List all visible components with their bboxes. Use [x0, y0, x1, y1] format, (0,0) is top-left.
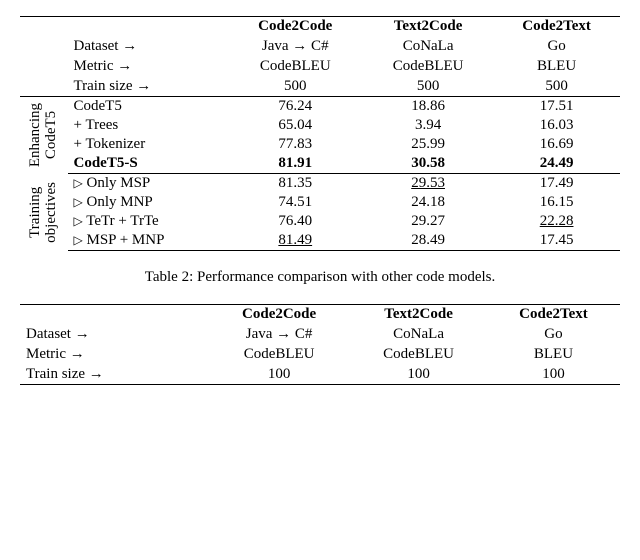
cell: 17.49 — [493, 174, 620, 194]
arrow-icon: → — [136, 77, 151, 94]
ds-c2c: Java → C# — [208, 324, 350, 344]
cell: 74.51 — [228, 193, 363, 212]
cell: 81.35 — [228, 174, 363, 194]
cell: 16.15 — [493, 193, 620, 212]
met-c2t: BLEU — [493, 56, 620, 76]
row-label: ▷ MSP + MNP — [68, 231, 228, 251]
hdr-trainsize: Train size — [26, 366, 85, 382]
arrow-icon: → — [89, 365, 104, 382]
ts-t2c: 100 — [350, 364, 487, 385]
col-head-t2c: Text2Code — [363, 17, 493, 37]
ts-c2t: 100 — [487, 364, 620, 385]
group-training-label: Trainingobjectives — [20, 174, 68, 251]
cell: 76.40 — [228, 212, 363, 231]
arrow-icon: → — [70, 345, 85, 362]
cell: 24.49 — [493, 154, 620, 174]
triangle-icon: ▷ — [74, 233, 83, 247]
row-label: + Tokenizer — [68, 135, 228, 154]
ts-t2c: 500 — [363, 76, 493, 97]
hdr-trainsize: Train size — [74, 78, 133, 94]
hdr-metric: Metric — [74, 58, 114, 74]
cell: 17.51 — [493, 97, 620, 117]
group-enhancing-label: EnhancingCodeT5 — [20, 97, 68, 174]
hdr-dataset: Dataset — [26, 326, 71, 342]
hdr-dataset: Dataset — [74, 38, 119, 54]
cell: 65.04 — [228, 116, 363, 135]
row-label: ▷ TeTr + TrTe — [68, 212, 228, 231]
ts-c2c: 500 — [228, 76, 363, 97]
col-head-c2c: Code2Code — [208, 305, 350, 325]
cell: 81.49 — [228, 231, 363, 251]
triangle-icon: ▷ — [74, 195, 83, 209]
table-2-caption: Table 2: Performance comparison with oth… — [20, 269, 620, 286]
met-t2c: CodeBLEU — [363, 56, 493, 76]
row-label: ▷ Only MNP — [68, 193, 228, 212]
col-head-c2c: Code2Code — [228, 17, 363, 37]
table-2: Code2Code Text2Code Code2Text Dataset → … — [20, 304, 620, 385]
met-c2c: CodeBLEU — [228, 56, 363, 76]
ts-c2t: 500 — [493, 76, 620, 97]
cell: 18.86 — [363, 97, 493, 117]
row-label: CodeT5-S — [68, 154, 228, 174]
ds-c2c: Java → C# — [228, 36, 363, 56]
cell: 16.69 — [493, 135, 620, 154]
cell: 24.18 — [363, 193, 493, 212]
cell: 30.58 — [363, 154, 493, 174]
col-head-c2t: Code2Text — [493, 17, 620, 37]
ts-c2c: 100 — [208, 364, 350, 385]
cell: 29.27 — [363, 212, 493, 231]
ds-c2t: Go — [487, 324, 620, 344]
table-1: Code2Code Text2Code Code2Text Dataset → … — [20, 16, 620, 251]
cell: 77.83 — [228, 135, 363, 154]
row-label: ▷ Only MSP — [68, 174, 228, 194]
cell: 81.91 — [228, 154, 363, 174]
triangle-icon: ▷ — [74, 214, 83, 228]
arrow-icon: → — [117, 57, 132, 74]
cell: 76.24 — [228, 97, 363, 117]
met-t2c: CodeBLEU — [350, 344, 487, 364]
cell: 22.28 — [493, 212, 620, 231]
arrow-icon: → — [75, 325, 90, 342]
arrow-icon: → — [122, 37, 137, 54]
cell: 17.45 — [493, 231, 620, 251]
col-head-c2t: Code2Text — [487, 305, 620, 325]
cell: 16.03 — [493, 116, 620, 135]
row-label: CodeT5 — [68, 97, 228, 117]
hdr-metric: Metric — [26, 346, 66, 362]
met-c2c: CodeBLEU — [208, 344, 350, 364]
cell: 29.53 — [363, 174, 493, 194]
met-c2t: BLEU — [487, 344, 620, 364]
row-label: + Trees — [68, 116, 228, 135]
cell: 28.49 — [363, 231, 493, 251]
ds-t2c: CoNaLa — [363, 36, 493, 56]
ds-t2c: CoNaLa — [350, 324, 487, 344]
ds-c2t: Go — [493, 36, 620, 56]
cell: 3.94 — [363, 116, 493, 135]
cell: 25.99 — [363, 135, 493, 154]
col-head-t2c: Text2Code — [350, 305, 487, 325]
triangle-icon: ▷ — [74, 176, 83, 190]
